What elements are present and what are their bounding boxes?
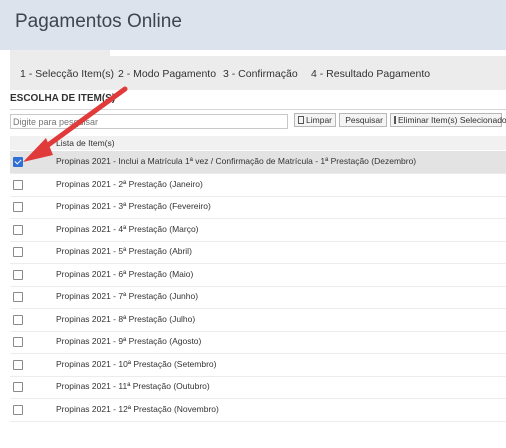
list-item[interactable]: Propinas 2021 - 11ª Prestação (Outubro) <box>10 376 506 399</box>
checkbox[interactable] <box>13 382 23 392</box>
search-input[interactable] <box>10 114 288 129</box>
step-tabs: 1 - Selecção Item(s) 2 - Modo Pagamento … <box>10 50 506 90</box>
search-button-label: Pesquisar <box>345 115 383 125</box>
tab-selection-items[interactable]: 1 - Selecção Item(s) <box>20 68 114 80</box>
checkbox[interactable] <box>13 314 23 325</box>
list-header: Lista de Item(s) <box>10 136 506 150</box>
checkbox[interactable] <box>13 269 23 280</box>
list-item-label: Propinas 2021 - 4ª Prestação (Março) <box>56 223 199 234</box>
tab-strip-highlight <box>110 50 506 56</box>
search-button[interactable]: Pesquisar <box>339 113 387 127</box>
section-title: ESCOLHA DE ITEM(S) <box>10 93 506 110</box>
list-item-label: Propinas 2021 - 6ª Prestação (Maio) <box>56 268 194 279</box>
list-item[interactable]: Propinas 2021 - 5ª Prestação (Abril) <box>10 241 506 264</box>
list-item[interactable]: Propinas 2021 - Inclui a Matrícula 1ª ve… <box>10 151 506 174</box>
page-header: Pagamentos Online <box>0 0 506 50</box>
list-item-label: Propinas 2021 - 7ª Prestação (Junho) <box>56 291 199 301</box>
list-item-label: Propinas 2021 - 9ª Prestação (Agosto) <box>56 336 202 346</box>
list-item[interactable]: Propinas 2021 - 12ª Prestação (Novembro) <box>10 399 506 422</box>
list-item-label: Propinas 2021 - 12ª Prestação (Novembro) <box>56 403 219 414</box>
clear-icon <box>298 116 305 124</box>
list-item[interactable]: Propinas 2021 - 7ª Prestação (Junho) <box>10 286 506 309</box>
checkbox[interactable] <box>13 337 23 347</box>
checkbox-checked[interactable] <box>13 157 23 167</box>
checkbox[interactable] <box>13 202 23 212</box>
checkbox[interactable] <box>13 179 23 190</box>
remove-selected-button[interactable]: Eliminar Item(s) Selecionados <box>390 113 506 127</box>
tab-payment-result[interactable]: 4 - Resultado Pagamento <box>311 68 430 80</box>
checkbox[interactable] <box>13 247 23 257</box>
checkbox[interactable] <box>13 404 23 415</box>
list-item-label: Propinas 2021 - 5ª Prestação (Abril) <box>56 246 192 256</box>
list-item[interactable]: Propinas 2021 - 2ª Prestação (Janeiro) <box>10 174 506 197</box>
remove-selected-button-label: Eliminar Item(s) Selecionados <box>398 115 506 125</box>
list-item-label: Propinas 2021 - Inclui a Matrícula 1ª ve… <box>56 156 417 166</box>
list-item[interactable]: Propinas 2021 - 6ª Prestação (Maio) <box>10 264 506 287</box>
list-item-label: Propinas 2021 - 11ª Prestação (Outubro) <box>56 381 210 391</box>
list-item[interactable]: Propinas 2021 - 10ª Prestação (Setembro) <box>10 354 506 377</box>
list-item-label: Propinas 2021 - 10ª Prestação (Setembro) <box>56 358 217 369</box>
checkbox[interactable] <box>13 359 23 370</box>
list-item-label: Propinas 2021 - 3ª Prestação (Fevereiro) <box>56 201 211 211</box>
list-item-label: Propinas 2021 - 8ª Prestação (Julho) <box>56 313 196 324</box>
tab-payment-mode[interactable]: 2 - Modo Pagamento <box>118 68 216 80</box>
list-item-label: Propinas 2021 - 2ª Prestação (Janeiro) <box>56 178 203 189</box>
list-item[interactable]: Propinas 2021 - 9ª Prestação (Agosto) <box>10 331 506 354</box>
checkmark-icon <box>14 157 22 165</box>
page-title: Pagamentos Online <box>15 11 182 32</box>
clear-button[interactable]: Limpar <box>294 113 336 127</box>
clear-button-label: Limpar <box>306 115 332 125</box>
checkbox[interactable] <box>13 292 23 302</box>
remove-icon <box>394 116 396 124</box>
checkbox[interactable] <box>13 224 23 235</box>
list-header-label: Lista de Item(s) <box>56 138 115 148</box>
tab-confirmation[interactable]: 3 - Confirmação <box>223 68 298 80</box>
list-item[interactable]: Propinas 2021 - 4ª Prestação (Março) <box>10 219 506 242</box>
list-item[interactable]: Propinas 2021 - 8ª Prestação (Julho) <box>10 309 506 332</box>
list-item[interactable]: Propinas 2021 - 3ª Prestação (Fevereiro) <box>10 196 506 219</box>
